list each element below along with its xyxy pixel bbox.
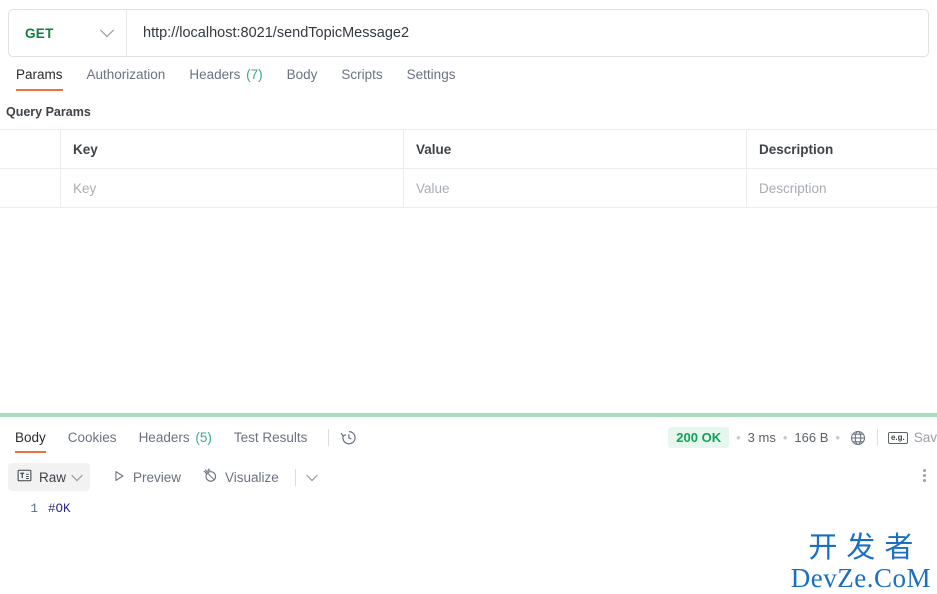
watermark-cn-text: 开发者 <box>808 532 923 565</box>
http-method-label: GET <box>25 25 54 41</box>
status-badge: 200 OK <box>668 427 730 448</box>
preview-label: Preview <box>133 469 182 485</box>
response-format-select[interactable]: Raw <box>8 463 91 491</box>
watermark-en-text: DevZe.CoM <box>790 562 931 593</box>
column-header-key: Key <box>60 129 404 169</box>
tab-body[interactable]: Body <box>275 67 330 91</box>
response-body-toolbar: Raw Preview Visualize <box>0 458 937 496</box>
visualize-button[interactable]: Visualize <box>203 467 279 486</box>
row-description-input[interactable]: Description <box>747 169 937 208</box>
play-triangle-icon <box>112 469 126 486</box>
magic-wand-icon <box>203 467 218 486</box>
response-size: 166 B <box>794 430 829 445</box>
response-tab-test-results[interactable]: Test Results <box>223 419 319 456</box>
response-format-label: Raw <box>39 469 67 485</box>
column-header-description: Description <box>746 129 937 169</box>
meta-separator: • <box>736 430 741 445</box>
chevron-down-icon <box>99 23 115 38</box>
response-tabs-row: Body Cookies Headers (5) Test Results 20… <box>0 417 937 458</box>
tab-scripts-label: Scripts <box>341 67 383 82</box>
save-as-example-label: Sav <box>913 430 937 445</box>
query-params-table: Key Value Description Key Value Descript… <box>0 129 937 208</box>
ellipsis-dot <box>923 479 926 482</box>
tab-headers-label: Headers <box>189 67 241 82</box>
http-method-select[interactable]: GET <box>9 10 127 56</box>
response-tab-headers[interactable]: Headers (5) <box>128 419 223 456</box>
table-row: Key Value Description <box>0 168 937 208</box>
response-tab-headers-label: Headers <box>138 430 190 445</box>
globe-icon[interactable] <box>849 429 867 447</box>
table-header-row: Key Value Description <box>0 129 937 169</box>
response-tab-body-label: Body <box>15 430 46 445</box>
chevron-down-icon <box>71 469 83 482</box>
save-as-example-button[interactable]: e.g. Sav <box>887 430 937 445</box>
ellipsis-dot <box>923 469 926 472</box>
row-value-input[interactable]: Value <box>403 168 747 208</box>
vertical-ellipsis-icon[interactable] <box>920 466 929 485</box>
divider <box>294 468 296 486</box>
column-header-value: Value <box>403 129 747 169</box>
url-bar-container: GET http://localhost:8021/sendTopicMessa… <box>0 0 937 57</box>
tab-authorization[interactable]: Authorization <box>75 67 178 91</box>
tab-scripts[interactable]: Scripts <box>329 67 394 91</box>
code-line-text: #OK <box>48 502 71 516</box>
visualize-label: Visualize <box>225 469 279 485</box>
divider <box>328 429 330 446</box>
response-tab-body[interactable]: Body <box>4 419 57 456</box>
response-tab-headers-count: (5) <box>195 430 212 445</box>
column-header-checkbox <box>0 129 61 169</box>
meta-separator: • <box>782 430 788 445</box>
request-url-bar: GET http://localhost:8021/sendTopicMessa… <box>8 9 929 57</box>
response-tab-cookies[interactable]: Cookies <box>57 419 128 456</box>
url-input[interactable]: http://localhost:8021/sendTopicMessage2 <box>127 10 928 56</box>
tab-settings-label: Settings <box>406 67 456 82</box>
line-number: 1 <box>30 502 38 516</box>
tab-headers[interactable]: Headers (7) <box>177 67 274 91</box>
params-empty-space <box>0 208 937 413</box>
chevron-down-glyph <box>306 469 318 482</box>
row-checkbox-cell[interactable] <box>0 168 61 208</box>
response-tab-test-results-label: Test Results <box>233 430 308 445</box>
divider <box>876 429 878 446</box>
tab-params[interactable]: Params <box>4 67 75 91</box>
tab-body-label: Body <box>286 67 318 82</box>
ellipsis-dot <box>923 474 926 477</box>
preview-button[interactable]: Preview <box>112 469 181 486</box>
response-tab-cookies-label: Cookies <box>67 430 117 445</box>
query-params-title: Query Params <box>6 105 91 119</box>
eg-example-icon: e.g. <box>887 431 908 444</box>
watermark: 开发者 DevZe.CoM <box>791 533 931 592</box>
row-key-input[interactable]: Key <box>60 168 404 208</box>
tab-headers-count: (7) <box>246 67 263 82</box>
response-time: 3 ms <box>747 430 776 445</box>
response-body-code[interactable]: 1 #OK <box>0 496 937 516</box>
tab-params-label: Params <box>16 67 63 82</box>
meta-separator: • <box>835 430 840 445</box>
history-clock-icon[interactable] <box>339 428 358 447</box>
tab-settings[interactable]: Settings <box>395 67 468 91</box>
raw-text-icon <box>17 468 32 486</box>
tab-authorization-label: Authorization <box>86 67 166 82</box>
request-tabs: Params Authorization Headers (7) Body Sc… <box>0 57 937 91</box>
response-meta: 200 OK • 3 ms • 166 B • e.g. Sav <box>668 427 937 448</box>
chevron-down-icon[interactable] <box>306 469 318 482</box>
